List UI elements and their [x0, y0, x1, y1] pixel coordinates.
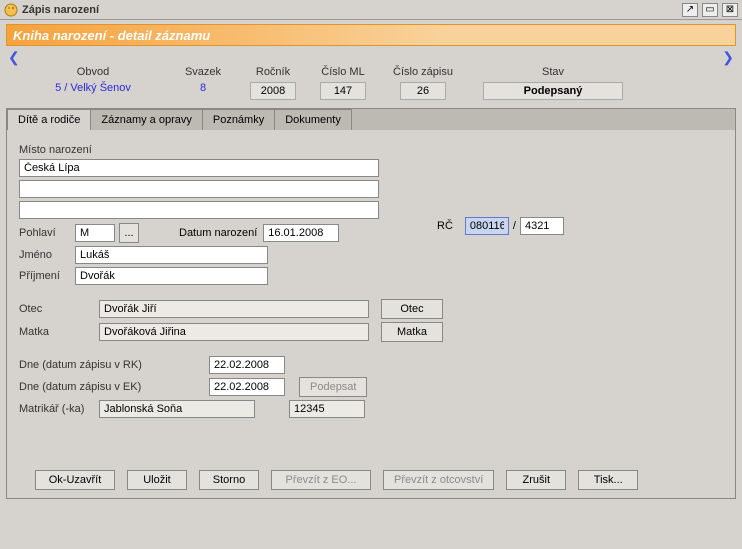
record-nav: ❮ ❯	[6, 50, 736, 64]
pohlavi-lookup-button[interactable]: ...	[119, 223, 139, 243]
label-matka: Matka	[19, 326, 99, 338]
dne-ek-input[interactable]	[209, 378, 285, 396]
meta-value-obvod[interactable]: 5 / Velký Šenov	[55, 82, 131, 94]
matrikar-number-display	[289, 400, 365, 418]
label-jmeno: Jméno	[19, 249, 75, 261]
ok-uzavrit-button[interactable]: Ok-Uzavřít	[35, 470, 115, 490]
meta-label-svazek: Svazek	[185, 66, 221, 78]
footer-buttons: Ok-Uzavřít Uložit Storno Převzít z EO...…	[7, 460, 735, 498]
record-meta: Obvod 5 / Velký Šenov Svazek 8 Ročník 20…	[6, 66, 736, 108]
storno-button[interactable]: Storno	[199, 470, 259, 490]
tab-panel: Dítě a rodiče Záznamy a opravy Poznámky …	[6, 108, 736, 499]
tab-poznamky[interactable]: Poznámky	[202, 109, 275, 130]
meta-label-stav: Stav	[542, 66, 564, 78]
jmeno-input[interactable]	[75, 246, 268, 264]
meta-value-rocnik: 2008	[250, 82, 296, 100]
detach-window-icon[interactable]: ↗	[682, 3, 698, 17]
meta-label-obvod: Obvod	[77, 66, 109, 78]
app-icon	[4, 3, 18, 17]
meta-value-cisloml: 147	[320, 82, 366, 100]
misto-narozeni-1-input[interactable]	[19, 159, 379, 177]
prijmeni-input[interactable]	[75, 267, 268, 285]
tabs: Dítě a rodiče Záznamy a opravy Poznámky …	[7, 109, 735, 130]
tisk-button[interactable]: Tisk...	[578, 470, 638, 490]
label-otec: Otec	[19, 303, 99, 315]
label-dne-ek: Dne (datum zápisu v EK)	[19, 381, 209, 393]
prevzit-eo-button: Převzít z EO...	[271, 470, 371, 490]
window-title: Zápis narození	[22, 4, 682, 16]
label-dne-rk: Dne (datum zápisu v RK)	[19, 359, 209, 371]
label-prijmeni: Příjmení	[19, 270, 75, 282]
misto-narozeni-2-input[interactable]	[19, 180, 379, 198]
otec-button[interactable]: Otec	[381, 299, 443, 319]
rc-part1-input[interactable]	[465, 217, 509, 235]
label-matrikar: Matrikář (-ka)	[19, 403, 99, 415]
tab-zaznamy-opravy[interactable]: Záznamy a opravy	[90, 109, 202, 130]
dne-rk-input[interactable]	[209, 356, 285, 374]
misto-narozeni-3-input[interactable]	[19, 201, 379, 219]
matrikar-name-display	[99, 400, 255, 418]
close-icon[interactable]: ⊠	[722, 3, 738, 17]
meta-value-svazek[interactable]: 8	[200, 82, 206, 94]
maximize-icon[interactable]: ▭	[702, 3, 718, 17]
tab-body: Místo narození Pohlaví ... Datum narozen…	[7, 130, 735, 460]
prev-record-arrow-icon[interactable]: ❮	[6, 50, 22, 64]
label-rc: RČ	[437, 220, 453, 232]
matka-button[interactable]: Matka	[381, 322, 443, 342]
rc-group: RČ /	[437, 217, 564, 235]
meta-label-cislozapisu: Číslo zápisu	[393, 66, 453, 78]
meta-label-cisloml: Číslo ML	[321, 66, 364, 78]
otec-display	[99, 300, 369, 318]
pohlavi-input[interactable]	[75, 224, 115, 242]
window-titlebar: Zápis narození ↗ ▭ ⊠	[0, 0, 742, 20]
rc-separator: /	[513, 220, 516, 232]
podepsat-button: Podepsat	[299, 377, 367, 397]
meta-value-cislozapisu: 26	[400, 82, 446, 100]
zrusit-button[interactable]: Zrušit	[506, 470, 566, 490]
tab-dite-rodice[interactable]: Dítě a rodiče	[7, 109, 91, 130]
window-controls: ↗ ▭ ⊠	[682, 3, 738, 17]
meta-value-stav: Podepsaný	[483, 82, 623, 100]
label-datum-narozeni: Datum narození	[179, 227, 257, 239]
page-title: Kniha narození - detail záznamu	[6, 24, 736, 46]
datum-narozeni-input[interactable]	[263, 224, 339, 242]
tab-dokumenty[interactable]: Dokumenty	[274, 109, 352, 130]
label-misto-narozeni: Místo narození	[19, 144, 92, 156]
rc-part2-input[interactable]	[520, 217, 564, 235]
matka-display	[99, 323, 369, 341]
label-pohlavi: Pohlaví	[19, 227, 75, 239]
prevzit-otcovstvi-button: Převzít z otcovství	[383, 470, 494, 490]
next-record-arrow-icon[interactable]: ❯	[720, 50, 736, 64]
ulozit-button[interactable]: Uložit	[127, 470, 187, 490]
meta-label-rocnik: Ročník	[256, 66, 290, 78]
